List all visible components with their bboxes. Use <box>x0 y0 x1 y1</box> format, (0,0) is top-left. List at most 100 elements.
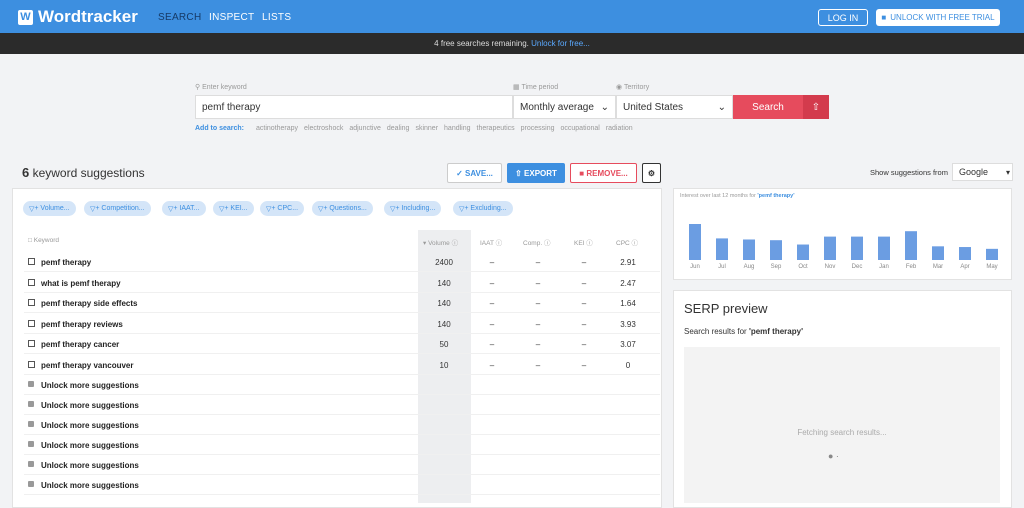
header-kei[interactable]: KEI ⓘ <box>574 237 593 247</box>
nav-inspect[interactable]: INSPECT <box>209 12 254 23</box>
export-icon-button[interactable]: ⇧ <box>803 95 829 119</box>
chart-bar <box>851 236 863 260</box>
table-row[interactable]: pemf therapy cancer 50 – – – 3.07 <box>24 334 660 354</box>
row-volume: 10 <box>439 360 449 370</box>
row-kei: – <box>581 258 587 267</box>
filter-chip-label: + CPC... <box>271 205 299 212</box>
period-select[interactable]: Monthly average ⌄ <box>513 95 616 119</box>
locked-row[interactable]: Unlock more suggestions <box>24 395 660 415</box>
header-iaat[interactable]: IAAT ⓘ <box>480 237 502 247</box>
chart-month-label: Dec <box>852 264 863 270</box>
lock-icon <box>28 381 34 387</box>
logo[interactable]: W Wordtracker <box>18 7 138 27</box>
locked-row[interactable]: Unlock more suggestions <box>24 375 660 395</box>
suggestions-source-select[interactable]: Google ▾ <box>952 163 1013 181</box>
filter-chip[interactable]: ▽ + CPC... <box>260 201 305 216</box>
nav-lists[interactable]: LISTS <box>262 12 291 23</box>
chart-month-label: Feb <box>906 264 917 270</box>
locked-label[interactable]: Unlock more suggestions <box>41 381 139 390</box>
keyword-label: ⚲ Enter keyword <box>195 84 247 91</box>
period-label-text: Time period <box>521 84 559 91</box>
row-checkbox[interactable] <box>28 278 35 286</box>
header-volume[interactable]: ▾ Volume ⓘ <box>423 237 458 247</box>
remove-label: REMOVE... <box>586 168 628 178</box>
row-volume: 140 <box>437 299 451 308</box>
locked-row[interactable]: Unlock more suggestions <box>24 475 660 495</box>
locked-label[interactable]: Unlock more suggestions <box>41 481 139 490</box>
locked-label[interactable]: Unlock more suggestions <box>41 421 139 430</box>
table-row[interactable]: pemf therapy vancouver 10 – – – 0 <box>24 355 660 375</box>
filter-chip[interactable]: ▽ + Including... <box>384 201 442 216</box>
row-cpc: 0 <box>625 360 631 370</box>
row-keyword[interactable]: pemf therapy side effects <box>41 299 137 308</box>
filter-chip[interactable]: ▽ + IAAT... <box>162 201 206 216</box>
territory-select[interactable]: United States ⌄ <box>616 95 733 119</box>
row-cpc: 1.64 <box>620 299 636 308</box>
lock-icon <box>28 461 34 467</box>
chevron-down-icon: ⌄ <box>717 101 726 113</box>
chart-month-label: Aug <box>744 264 755 270</box>
settings-icon: ⚙ <box>647 168 656 178</box>
nav-search[interactable]: SEARCH <box>158 12 201 23</box>
row-keyword[interactable]: what is pemf therapy <box>41 279 121 288</box>
locked-row[interactable]: Unlock more suggestions <box>24 415 660 435</box>
add-term[interactable]: handling <box>444 125 470 132</box>
top-bar: W Wordtracker SEARCH INSPECT LISTS LOG IN… <box>0 0 1024 33</box>
locked-row[interactable]: Unlock more suggestions <box>24 455 660 475</box>
add-term[interactable]: occupational <box>561 125 600 132</box>
header-comp-text: Comp. <box>523 240 543 247</box>
remove-button[interactable]: ■ REMOVE... <box>570 163 637 183</box>
territory-label-text: Territory <box>623 84 650 91</box>
header-cpc[interactable]: CPC ⓘ <box>616 237 638 247</box>
locked-label[interactable]: Unlock more suggestions <box>41 441 139 450</box>
row-comp: – <box>535 278 541 288</box>
add-term[interactable]: skinner <box>415 125 438 132</box>
table-row[interactable]: pemf therapy reviews 140 – – – 3.93 <box>24 314 660 334</box>
search-button[interactable]: Search <box>733 95 803 119</box>
row-keyword[interactable]: pemf therapy vancouver <box>41 361 133 370</box>
add-term[interactable]: actinotherapy <box>256 125 298 132</box>
locked-row[interactable]: Unlock more suggestions <box>24 435 660 455</box>
row-checkbox[interactable] <box>28 319 35 327</box>
add-term[interactable]: adjunctive <box>349 125 381 132</box>
row-checkbox[interactable] <box>28 340 35 347</box>
row-keyword[interactable]: pemf therapy <box>41 258 91 267</box>
login-button[interactable]: LOG IN <box>818 9 868 26</box>
table-row[interactable]: pemf therapy side effects 140 – – – 1.64 <box>24 293 660 313</box>
row-keyword[interactable]: pemf therapy cancer <box>41 340 119 349</box>
row-checkbox[interactable] <box>28 299 35 306</box>
add-term[interactable]: therapeutics <box>477 125 515 132</box>
unlock-trial-button[interactable]: ■ UNLOCK WITH FREE TRIAL <box>876 9 1000 26</box>
results-count: 6 <box>22 165 30 180</box>
filter-chip[interactable]: ▽ + Volume... <box>23 201 76 216</box>
row-keyword[interactable]: pemf therapy reviews <box>41 320 123 329</box>
locked-label[interactable]: Unlock more suggestions <box>41 461 139 470</box>
chart-month-label: Jan <box>879 264 889 270</box>
serp-subtitle-text: Search results for <box>684 327 747 336</box>
locked-label[interactable]: Unlock more suggestions <box>41 401 139 410</box>
add-term[interactable]: dealing <box>387 125 410 132</box>
row-checkbox[interactable] <box>28 258 35 265</box>
filter-chip[interactable]: ▽ + Excluding... <box>453 201 513 216</box>
keyword-input[interactable]: pemf therapy <box>195 95 513 119</box>
table-row[interactable]: what is pemf therapy 140 – – – 2.47 <box>24 273 660 293</box>
add-term[interactable]: processing <box>521 125 555 132</box>
filter-chip[interactable]: ▽ + KEI... <box>213 201 254 216</box>
save-button[interactable]: ✓ SAVE... <box>447 163 502 183</box>
table-row[interactable]: pemf therapy 2400 – – – 2.91 <box>24 252 660 272</box>
territory-label: ◉ Territory <box>616 84 650 91</box>
add-term[interactable]: radiation <box>606 125 633 132</box>
row-checkbox[interactable] <box>28 360 35 368</box>
unlock-link[interactable]: Unlock for free... <box>531 39 590 48</box>
header-iaat-text: IAAT <box>480 240 494 247</box>
filter-chip-label: + Excluding... <box>464 205 507 212</box>
filter-chip[interactable]: ▽ + Competition... <box>84 201 151 216</box>
settings-button[interactable]: ⚙ <box>642 163 661 183</box>
filter-chip[interactable]: ▽ + Questions... <box>312 201 373 216</box>
export-button[interactable]: ⇧ EXPORT <box>507 163 565 183</box>
row-comp: – <box>535 360 541 370</box>
header-comp[interactable]: Comp. ⓘ <box>523 237 550 247</box>
header-keyword[interactable]: □ Keyword <box>28 237 59 244</box>
lock-icon <box>28 481 34 487</box>
add-term[interactable]: electroshock <box>304 125 343 132</box>
